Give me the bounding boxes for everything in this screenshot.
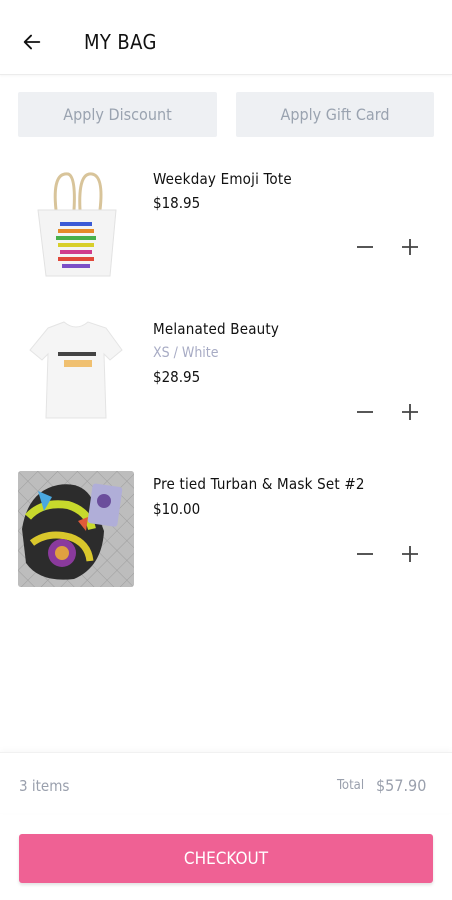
cart-item: Melanated Beauty XS / White $28.95 xyxy=(0,310,452,450)
minus-icon xyxy=(357,246,373,248)
tshirt-image[interactable] xyxy=(18,314,134,430)
decrease-quantity-button[interactable] xyxy=(351,540,379,568)
item-variant: XS / White xyxy=(153,345,219,361)
minus-icon xyxy=(357,553,373,555)
back-button[interactable] xyxy=(14,24,50,60)
plus-icon xyxy=(402,546,418,562)
checkout-button[interactable]: CHECKOUT xyxy=(19,834,433,883)
apply-gift-card-button[interactable]: Apply Gift Card xyxy=(236,92,434,137)
page-title: MY BAG xyxy=(84,30,157,54)
tote-bag-image[interactable] xyxy=(18,164,134,280)
increase-quantity-button[interactable] xyxy=(396,233,424,261)
total-label: Total xyxy=(337,778,365,793)
item-name[interactable]: Pre tied Turban & Mask Set #2 xyxy=(153,475,365,493)
increase-quantity-button[interactable] xyxy=(396,540,424,568)
cart-item: Weekday Emoji Tote $18.95 xyxy=(0,158,452,288)
decrease-quantity-button[interactable] xyxy=(351,398,379,426)
item-price: $10.00 xyxy=(153,500,201,518)
item-price: $28.95 xyxy=(153,368,201,386)
item-name[interactable]: Weekday Emoji Tote xyxy=(153,170,292,188)
plus-icon xyxy=(402,239,418,255)
plus-icon xyxy=(402,404,418,420)
total-value: $57.90 xyxy=(376,776,427,795)
order-summary: 3 items Total $57.90 xyxy=(0,752,452,813)
item-price: $18.95 xyxy=(153,194,201,212)
minus-icon xyxy=(357,411,373,413)
item-count: 3 items xyxy=(19,777,70,795)
apply-discount-button[interactable]: Apply Discount xyxy=(18,92,217,137)
item-name[interactable]: Melanated Beauty xyxy=(153,320,279,338)
increase-quantity-button[interactable] xyxy=(396,398,424,426)
arrow-left-icon xyxy=(23,34,41,50)
cart-item: Pre tied Turban & Mask Set #2 $10.00 xyxy=(0,464,452,604)
app-header: MY BAG xyxy=(0,0,452,75)
turban-mask-image[interactable] xyxy=(18,471,134,587)
decrease-quantity-button[interactable] xyxy=(351,233,379,261)
